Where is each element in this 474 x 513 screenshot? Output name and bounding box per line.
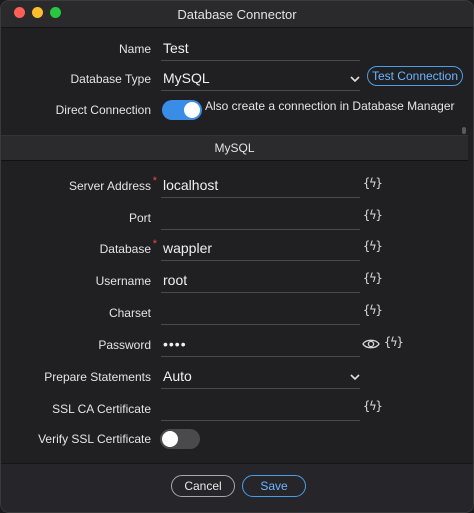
database-row: Database * wappler {ϟ} — [1, 237, 473, 263]
direct-connection-toggle[interactable] — [162, 100, 202, 120]
password-label: Password — [98, 338, 151, 352]
dynamic-data-icon[interactable]: {ϟ} — [363, 176, 383, 194]
username-row: Username root {ϟ} — [1, 269, 473, 295]
server-address-input[interactable]: localhost — [161, 174, 360, 198]
eye-icon[interactable] — [362, 337, 380, 351]
chevron-down-icon — [350, 374, 360, 381]
username-input[interactable]: root — [161, 269, 360, 293]
window-title: Database Connector — [177, 7, 297, 22]
name-input[interactable]: Test — [161, 37, 360, 61]
password-row: Password •••• {ϟ} — [1, 333, 473, 359]
title-bar: Database Connector — [1, 1, 473, 28]
charset-row: Charset {ϟ} — [1, 301, 473, 327]
chevron-down-icon — [350, 76, 360, 83]
prepare-statements-value: Auto — [163, 368, 192, 384]
database-label: Database * — [99, 238, 157, 256]
direct-connection-note: Also create a connection in Database Man… — [205, 99, 455, 113]
dialog-footer: Cancel Save — [1, 463, 473, 512]
required-marker: * — [152, 238, 157, 250]
charset-label: Charset — [108, 306, 151, 320]
charset-input[interactable] — [161, 301, 360, 325]
dynamic-data-icon[interactable]: {ϟ} — [363, 239, 383, 257]
section-header-mysql: MySQL — [1, 135, 468, 161]
toggle-knob — [162, 431, 178, 447]
port-label: Port — [128, 211, 151, 225]
direct-connection-label: Direct Connection — [55, 103, 151, 117]
dynamic-data-icon[interactable]: {ϟ} — [363, 208, 383, 226]
name-row: Name Test — [1, 37, 473, 63]
verify-ssl-label: Verify SSL Certificate — [38, 432, 151, 446]
database-type-value: MySQL — [163, 70, 210, 86]
username-label: Username — [95, 274, 151, 288]
dynamic-data-icon[interactable]: {ϟ} — [363, 271, 383, 289]
database-input[interactable]: wappler — [161, 237, 360, 261]
database-type-select[interactable]: MySQL — [161, 67, 360, 91]
cancel-button[interactable]: Cancel — [171, 475, 235, 497]
dynamic-data-icon[interactable]: {ϟ} — [363, 399, 383, 417]
scrollbar[interactable] — [462, 127, 466, 134]
port-input[interactable] — [161, 206, 360, 230]
database-connector-window: Database Connector Name Test Database Ty… — [0, 0, 474, 513]
verify-ssl-toggle[interactable] — [160, 429, 200, 449]
test-connection-button[interactable]: Test Connection — [367, 66, 463, 86]
prepare-statements-row: Prepare Statements Auto — [1, 365, 473, 391]
password-input[interactable]: •••• — [161, 333, 360, 357]
database-type-label: Database Type — [70, 72, 151, 86]
server-address-row: Server Address * localhost {ϟ} — [1, 174, 473, 200]
verify-ssl-row: Verify SSL Certificate — [1, 429, 473, 455]
ssl-ca-certificate-input[interactable] — [161, 397, 360, 421]
prepare-statements-label: Prepare Statements — [44, 370, 151, 384]
dynamic-data-icon[interactable]: {ϟ} — [363, 303, 383, 321]
prepare-statements-select[interactable]: Auto — [161, 365, 360, 389]
required-marker: * — [152, 175, 157, 187]
port-row: Port {ϟ} — [1, 206, 473, 232]
toggle-knob — [184, 102, 200, 118]
ssl-ca-certificate-label: SSL CA Certificate — [52, 402, 151, 416]
save-button[interactable]: Save — [242, 475, 306, 497]
ssl-ca-certificate-row: SSL CA Certificate {ϟ} — [1, 397, 473, 423]
name-label: Name — [118, 42, 151, 56]
server-address-label: Server Address * — [68, 175, 157, 193]
dynamic-data-icon[interactable]: {ϟ} — [384, 335, 404, 353]
